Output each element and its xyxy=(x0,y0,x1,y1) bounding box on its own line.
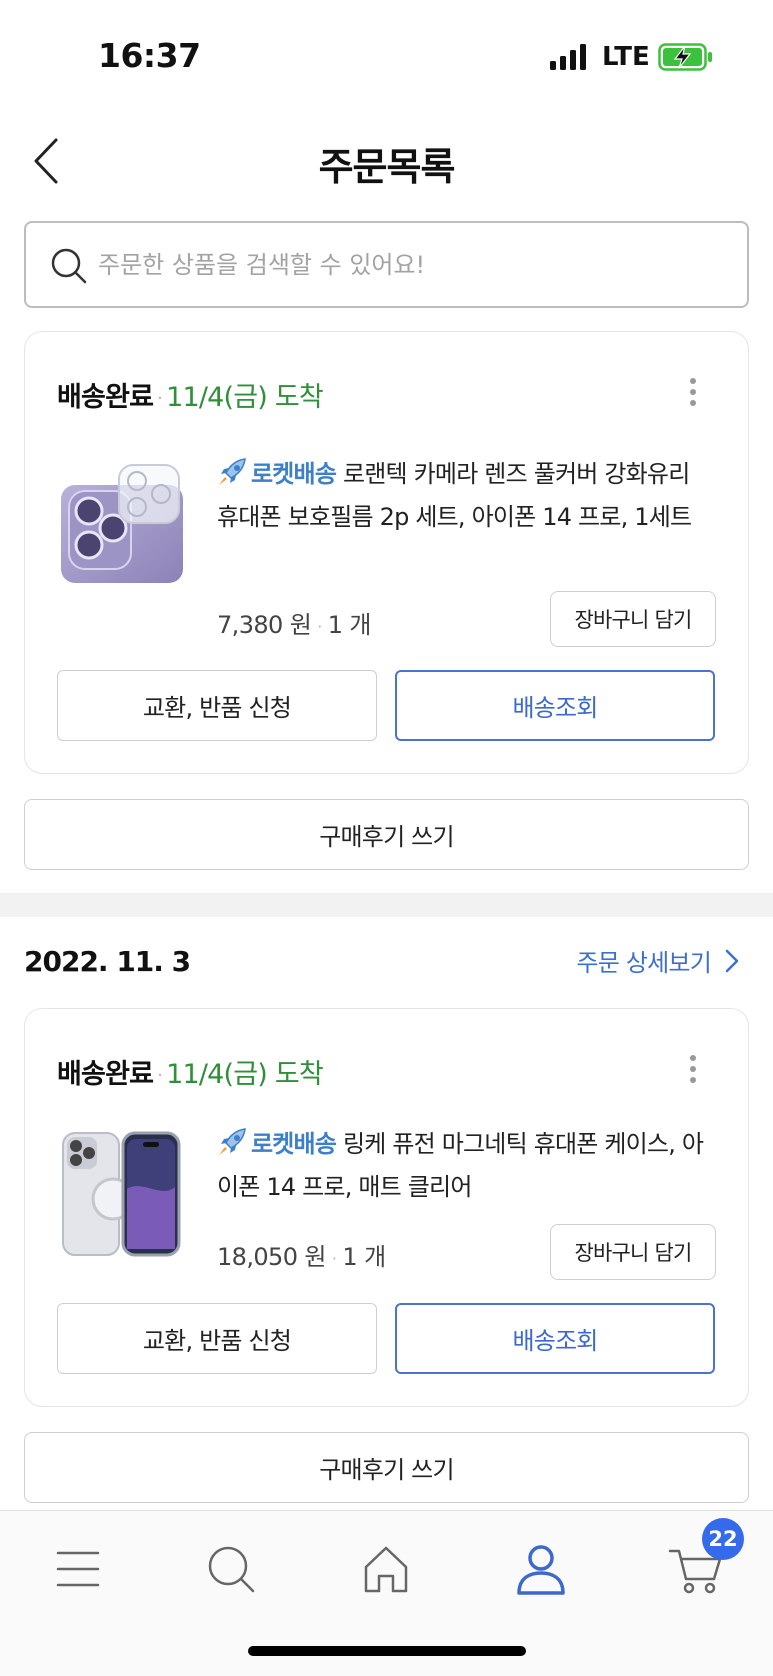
rocket-delivery-label: 로켓배송 xyxy=(251,1130,337,1158)
section-divider xyxy=(0,893,773,917)
exchange-return-button[interactable]: 교환, 반품 신청 xyxy=(57,670,377,741)
product-image[interactable] xyxy=(57,1129,187,1259)
order-detail-link[interactable]: 주문 상세보기 xyxy=(576,943,739,978)
search-input[interactable] xyxy=(98,223,718,306)
price-quantity: 18,050 원 · 1 개 xyxy=(217,1243,386,1271)
price: 7,380 원 xyxy=(217,611,312,639)
product-title[interactable]: 로켓배송 로랜텍 카메라 렌즈 풀커버 강화유리 휴대폰 보호필름 2p 세트,… xyxy=(217,453,717,539)
status-bar: 16:37 LTE xyxy=(0,0,773,110)
more-options-icon[interactable] xyxy=(688,378,698,412)
header: 주문목록 xyxy=(0,120,773,200)
status-time: 16:37 xyxy=(98,36,201,75)
track-delivery-button[interactable]: 배송조회 xyxy=(395,670,715,741)
quantity: 1 개 xyxy=(342,1243,386,1271)
page-title: 주문목록 xyxy=(318,145,456,189)
rocket-delivery-label: 로켓배송 xyxy=(251,460,337,488)
chevron-right-icon xyxy=(725,949,739,972)
product-title[interactable]: 로켓배송 링케 퓨전 마그네틱 휴대폰 케이스, 아이폰 14 프로, 매트 클… xyxy=(217,1123,717,1209)
status-label: 배송완료 xyxy=(57,1059,154,1090)
write-review-button[interactable]: 구매후기 쓰기 xyxy=(24,1432,749,1503)
arrival-date: 11/4(금) 도착 xyxy=(166,382,324,413)
track-delivery-button[interactable]: 배송조회 xyxy=(395,1303,715,1374)
exchange-return-button[interactable]: 교환, 반품 신청 xyxy=(57,1303,377,1374)
quantity: 1 개 xyxy=(327,611,372,639)
price-quantity: 7,380 원 · 1 개 xyxy=(217,611,372,639)
arrival-date: 11/4(금) 도착 xyxy=(166,1059,324,1090)
order-card: 배송완료 · 11/4(금) 도착 로켓배송 로랜텍 카메라 렌즈 풀커버 강화유리… xyxy=(24,331,749,774)
write-review-button[interactable]: 구매후기 쓰기 xyxy=(24,799,749,870)
signal-icon xyxy=(550,44,586,70)
menu-icon[interactable] xyxy=(48,1539,108,1599)
more-options-icon[interactable] xyxy=(688,1055,698,1089)
delivery-status: 배송완료 · 11/4(금) 도착 xyxy=(57,1059,324,1090)
rocket-icon xyxy=(219,458,246,485)
search-icon xyxy=(51,248,87,284)
order-detail-label: 주문 상세보기 xyxy=(576,949,711,977)
add-to-cart-button[interactable]: 장바구니 담기 xyxy=(550,1224,716,1280)
search-icon[interactable] xyxy=(201,1539,261,1599)
product-image[interactable] xyxy=(57,459,187,589)
status-label: 배송완료 xyxy=(57,382,154,413)
order-card: 배송완료 · 11/4(금) 도착 로켓배송 링케 퓨전 마그네틱 휴대폰 케이스,… xyxy=(24,1008,749,1407)
order-date: 2022. 11. 3 xyxy=(24,945,191,978)
profile-icon[interactable] xyxy=(511,1539,571,1599)
battery-charging-icon xyxy=(658,43,712,71)
price: 18,050 원 xyxy=(217,1243,326,1271)
search-box[interactable] xyxy=(24,221,749,308)
add-to-cart-button[interactable]: 장바구니 담기 xyxy=(550,591,716,647)
delivery-status: 배송완료 · 11/4(금) 도착 xyxy=(57,382,324,413)
network-type: LTE xyxy=(602,42,650,72)
cart-count-badge: 22 xyxy=(702,1518,744,1560)
home-icon[interactable] xyxy=(356,1539,416,1599)
rocket-icon xyxy=(219,1128,246,1155)
home-indicator xyxy=(248,1646,526,1656)
